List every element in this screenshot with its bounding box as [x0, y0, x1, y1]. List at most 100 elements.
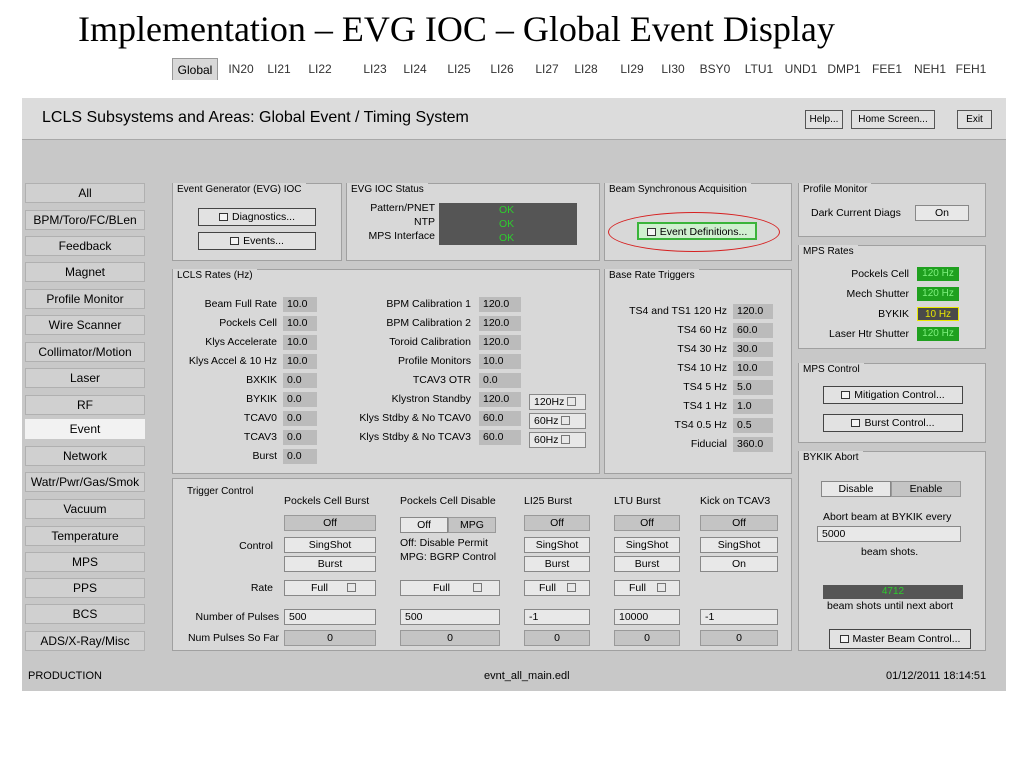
nav-item-profile-monitor[interactable]: Profile Monitor — [25, 289, 145, 309]
nav-item-laser[interactable]: Laser — [25, 368, 145, 388]
li25-rate-menu[interactable]: Full — [524, 580, 590, 596]
nav-item-ads[interactable]: ADS/X-Ray/Misc — [25, 631, 145, 651]
mode-label: PRODUCTION — [28, 670, 102, 682]
tcav3-npulses-input[interactable]: -1 — [700, 609, 778, 625]
mitigation-control-button[interactable]: Mitigation Control... — [823, 386, 963, 404]
menu-toggle-icon — [567, 397, 577, 406]
nav-item-wire-scanner[interactable]: Wire Scanner — [25, 315, 145, 335]
nav-item-network[interactable]: Network — [25, 446, 145, 466]
nav-item-event[interactable]: Event — [25, 419, 145, 439]
burst-control-button[interactable]: Burst Control... — [823, 414, 963, 432]
rate-label: Klys Accel & 10 Hz — [188, 355, 277, 367]
tab-li28[interactable]: LI28 — [569, 58, 603, 80]
pc-burst-burst-button[interactable]: Burst — [284, 556, 376, 572]
tab-li27[interactable]: LI27 — [527, 58, 567, 80]
mitigation-control-label: Mitigation Control... — [854, 389, 945, 401]
tab-fee1[interactable]: FEE1 — [868, 58, 906, 80]
dark-current-toggle[interactable]: On — [915, 205, 969, 221]
pc-disable-off-button[interactable]: Off — [400, 517, 448, 533]
pc-burst-rate-menu[interactable]: Full — [284, 580, 376, 596]
nav-item-bcs[interactable]: BCS — [25, 604, 145, 624]
pattern-status: OK — [499, 204, 515, 216]
diagnostics-button[interactable]: Diagnostics... — [198, 208, 316, 226]
ltu-npulses-input[interactable]: 10000 — [614, 609, 680, 625]
bykik-disable-button[interactable]: Disable — [821, 481, 891, 497]
li25-singshot-button[interactable]: SingShot — [524, 537, 590, 553]
rate-menu-label: 120Hz — [534, 396, 565, 408]
pc-disable-rate-menu[interactable]: Full — [400, 580, 500, 596]
mps-rate-label: Mech Shutter — [846, 288, 909, 300]
tab-li23[interactable]: LI23 — [358, 58, 392, 80]
pc-disable-npulses-input[interactable]: 500 — [400, 609, 500, 625]
rate-value: 10.0 — [283, 335, 317, 350]
pc-disable-sofar: 0 — [400, 630, 500, 646]
tab-neh1[interactable]: NEH1 — [910, 58, 950, 80]
tab-feh1[interactable]: FEH1 — [954, 58, 988, 80]
nav-item-water-power[interactable]: Watr/Pwr/Gas/Smok — [25, 472, 145, 492]
tab-li25[interactable]: LI25 — [442, 58, 476, 80]
pc-burst-npulses-input[interactable]: 500 — [284, 609, 376, 625]
tab-und1[interactable]: UND1 — [780, 58, 822, 80]
profile-monitor-panel: Profile Monitor Dark Current Diags On — [798, 183, 986, 237]
home-screen-button[interactable]: Home Screen... — [851, 110, 935, 129]
window-titlebar: LCLS Subsystems and Areas: Global Event … — [22, 98, 1006, 140]
rate-value: Full — [311, 582, 328, 594]
rate-value: 60.0 — [479, 411, 521, 426]
exit-button[interactable]: Exit — [957, 110, 992, 129]
pc-disable-mpg-button[interactable]: MPG — [448, 517, 496, 533]
mps-rate-label: Pockels Cell — [851, 268, 909, 280]
rate-value: 120.0 — [479, 392, 521, 407]
tab-li30[interactable]: LI30 — [655, 58, 691, 80]
lcls-rates-panel: LCLS Rates (Hz) Beam Full Rate 10.0 Pockel… — [172, 269, 600, 474]
rate-value: Full — [539, 582, 556, 594]
nav-item-rf[interactable]: RF — [25, 395, 145, 415]
tab-li26[interactable]: LI26 — [482, 58, 522, 80]
events-button[interactable]: Events... — [198, 232, 316, 250]
help-button[interactable]: Help... — [805, 110, 843, 129]
abort-every-input[interactable]: 5000 — [817, 526, 961, 542]
events-label: Events... — [243, 235, 284, 247]
tab-dmp1[interactable]: DMP1 — [824, 58, 864, 80]
tab-li21[interactable]: LI21 — [264, 58, 294, 80]
master-beam-control-button[interactable]: Master Beam Control... — [829, 629, 971, 649]
pc-burst-singshot-button[interactable]: SingShot — [284, 537, 376, 553]
disable-permit-text: Off: Disable Permit — [400, 537, 488, 549]
nav-item-magnet[interactable]: Magnet — [25, 262, 145, 282]
app-title: LCLS Subsystems and Areas: Global Event … — [42, 109, 469, 126]
mps-rate-indicator: 120 Hz — [917, 327, 959, 341]
base-rate-value: 10.0 — [733, 361, 773, 376]
tab-li24[interactable]: LI24 — [396, 58, 434, 80]
nav-item-pps[interactable]: PPS — [25, 578, 145, 598]
nav-item-bpm[interactable]: BPM/Toro/FC/BLen — [25, 210, 145, 230]
tab-in20[interactable]: IN20 — [224, 58, 258, 80]
rate-value: 0.0 — [283, 392, 317, 407]
base-rate-title: Base Rate Triggers — [605, 269, 699, 282]
abort-text: Abort beam at BYKIK every — [823, 511, 952, 523]
tcav3-singshot-button[interactable]: SingShot — [700, 537, 778, 553]
li25-burst-button[interactable]: Burst — [524, 556, 590, 572]
rate-label: Beam Full Rate — [204, 298, 277, 310]
tab-li29[interactable]: LI29 — [613, 58, 651, 80]
nav-item-temperature[interactable]: Temperature — [25, 526, 145, 546]
nav-item-collimator[interactable]: Collimator/Motion — [25, 342, 145, 362]
rate-menu-60hz-tcav3[interactable]: 60Hz — [529, 432, 586, 448]
nav-item-vacuum[interactable]: Vacuum — [25, 499, 145, 519]
tab-global[interactable]: Global — [172, 58, 218, 80]
nav-item-mps[interactable]: MPS — [25, 552, 145, 572]
tab-li22[interactable]: LI22 — [300, 58, 340, 80]
nav-item-feedback[interactable]: Feedback — [25, 236, 145, 256]
pulses-so-far-label: Num Pulses So Far — [187, 632, 279, 644]
ltu-rate-menu[interactable]: Full — [614, 580, 680, 596]
ltu-singshot-button[interactable]: SingShot — [614, 537, 680, 553]
tcav3-on-button[interactable]: On — [700, 556, 778, 572]
trigger-control-title: Trigger Control — [183, 485, 258, 498]
nav-item-all[interactable]: All — [25, 183, 145, 203]
tab-ltu1[interactable]: LTU1 — [738, 58, 780, 80]
ltu-burst-button[interactable]: Burst — [614, 556, 680, 572]
rate-menu-120hz[interactable]: 120Hz — [529, 394, 586, 410]
bykik-enable-button[interactable]: Enable — [891, 481, 961, 497]
window-icon — [839, 635, 849, 643]
tab-bsy0[interactable]: BSY0 — [697, 58, 733, 80]
rate-menu-60hz-tcav0[interactable]: 60Hz — [529, 413, 586, 429]
li25-npulses-input[interactable]: -1 — [524, 609, 590, 625]
